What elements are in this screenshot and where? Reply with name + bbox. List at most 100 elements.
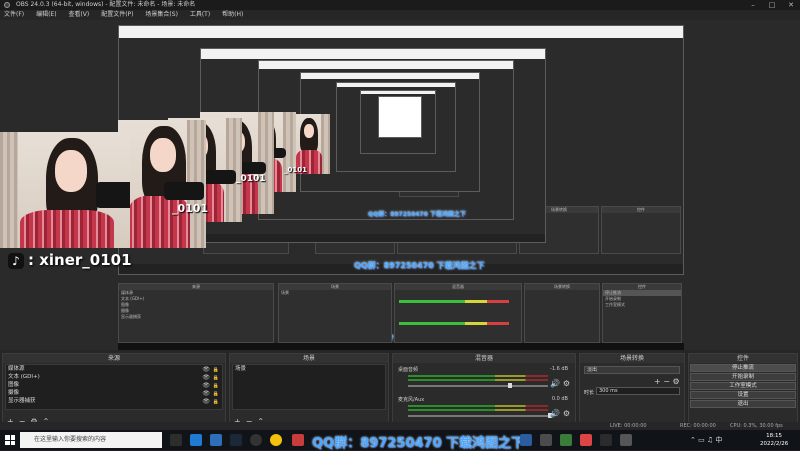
volume-knob[interactable] [508,383,512,388]
speaker-icon[interactable]: 🔊 [550,379,560,388]
mixer-track-desktop: 桌面音频 -1.6 dB 🔊 ⚙ [396,366,572,396]
nested-taskbar [118,343,684,350]
clock-date: 2022/2/26 [760,441,789,447]
qq-watermark-medium: QQ群：897250470 下载鸿图之下 [354,261,485,270]
nested-scene-row: 场景 [281,290,289,295]
duration-label: 时长 [584,390,595,396]
preview-canvas[interactable]: 来源 媒体源文本图像 场景 混音器 场景转换 控件 [0,20,800,350]
stop-streaming-button[interactable]: 停止推流 [690,364,796,372]
scenes-list[interactable]: 场景 [232,364,386,410]
menu-help[interactable]: 帮助(H) [222,10,243,20]
start-recording-button[interactable]: 开始录制 [690,373,796,381]
transition-select[interactable]: 淡出 [584,366,680,374]
nested-scenes-dock: 场景 场景 [278,283,392,343]
task-view-icon[interactable] [170,434,182,446]
volume-meter [408,409,548,411]
transitions-title: 场景转换 [580,354,684,363]
gear-icon[interactable]: ⚙ [563,379,570,388]
tray-icons[interactable]: ⌃ ▭ ♫ 中 [690,435,722,445]
nested-controls-panel: 控件 [601,206,681,254]
webcam-copy-1 [118,120,206,248]
exit-button[interactable]: 退出 [690,400,796,408]
duration-input[interactable]: 300 ms [596,387,680,395]
source-item[interactable]: 图像 👁 🔒 [6,381,222,389]
lock-icon[interactable]: 🔒 [213,398,219,406]
webcam-copy-5 [290,114,330,174]
app-icon[interactable] [560,434,572,446]
nested-sources-dock: 来源 媒体源 文本 (GDI+) 图像 摄像 显示器捕获 [118,283,274,343]
add-icon[interactable]: + [654,377,661,386]
close-icon[interactable]: ✕ [782,0,800,10]
minimize-icon[interactable]: – [744,0,762,10]
source-label: 图像 [8,382,20,388]
obs-app-icon [4,2,10,8]
track-name: 麦克风/Aux [398,397,425,403]
maximize-icon[interactable]: □ [763,0,781,10]
webcam-main [0,132,130,248]
menu-tools[interactable]: 工具(T) [190,10,210,20]
menu-scene-collection[interactable]: 场景集合(S) [145,10,178,20]
settings-button[interactable]: 设置 [690,391,796,399]
nested-source-row: 显示器捕获 [121,314,141,319]
speaker-icon[interactable]: 🔊 [550,409,560,418]
windows-start-icon[interactable] [5,435,15,445]
menu-edit[interactable]: 编辑(E) [36,10,56,20]
app-icon[interactable] [620,434,632,446]
cam-label-medium: _0101 [172,202,209,215]
source-item[interactable]: 摄像 👁 🔒 [6,389,222,397]
mixer-title: 混音器 [393,354,575,363]
chrome-icon[interactable] [270,434,282,446]
nested-mixer-title: 混音器 [395,284,521,290]
nested-mixer-dock: 混音器 [394,283,522,343]
sources-dock: 来源 媒体源👁🔒 文本 (GDI+)👁🔒 图像👁🔒 摄像👁🔒 显示器捕获👁🔒 +… [2,353,226,429]
menu-bar: 文件(F) 编辑(E) 查看(V) 配置文件(P) 场景集合(S) 工具(T) … [0,10,800,20]
transition-type: 淡出 [587,367,598,373]
source-label: 摄像 [8,390,20,396]
app-icon[interactable] [292,434,304,446]
cam-label-small: _0101 [236,174,266,184]
remove-icon[interactable]: − [663,377,670,386]
app-icon[interactable] [520,434,532,446]
mixer-dock: 混音器 桌面音频 -1.6 dB 🔊 ⚙ 麦克风/Aux 0.0 dB 🔊 ⚙ [392,353,576,429]
rec-time: REC: 00:00:00 [680,423,716,429]
source-item[interactable]: 显示器捕获 👁 🔒 [6,397,222,405]
source-label: 媒体源 [8,366,25,372]
search-placeholder: 在这里输入你要搜索的内容 [34,436,107,443]
gear-icon[interactable]: ⚙ [673,377,680,386]
clock[interactable]: 18:15 2022/2/26 [760,432,788,448]
track-db: -1.6 dB [550,366,568,372]
menu-file[interactable]: 文件(F) [4,10,24,20]
app-icon[interactable] [540,434,552,446]
gear-icon[interactable]: ⚙ [563,409,570,418]
live-time: LIVE: 00:00:00 [610,423,647,429]
qq-watermark-taskbar: QQ群：897250470 下载鸿图之下 [312,436,525,451]
source-label: 显示器捕获 [8,398,36,404]
taskbar: 在这里输入你要搜索的内容 QQ群：897250470 下载鸿图之下 ⌃ ▭ ♫ … [0,430,800,451]
browser-icon[interactable] [210,434,222,446]
volume-slider[interactable] [408,385,548,387]
volume-meter [408,405,548,407]
obs-taskbar-icon[interactable] [250,434,262,446]
menu-view[interactable]: 查看(V) [68,10,89,20]
track-db: 0.0 dB [551,396,568,402]
app-icon[interactable] [600,434,612,446]
eye-icon[interactable]: 👁 [202,398,210,406]
qq-watermark-small: QQ群：897250470 下载鸿图之下 [368,211,466,218]
taskbar-search-input[interactable]: 在这里输入你要搜索的内容 [20,432,162,448]
edge-icon[interactable] [190,434,202,446]
scene-item[interactable]: 场景 [233,365,385,373]
controls-title: 控件 [689,354,797,363]
studio-mode-button[interactable]: 工作室模式 [690,382,796,390]
menu-profile[interactable]: 配置文件(P) [101,10,133,20]
volume-slider[interactable] [408,415,548,417]
transition-toolbar: + − ⚙ [654,377,680,386]
app-icon[interactable] [580,434,592,446]
source-item[interactable]: 媒体源 👁 🔒 [6,365,222,373]
sources-list[interactable]: 媒体源 👁 🔒 文本 (GDI+) 👁 🔒 图像 👁 🔒 摄像 👁 🔒 显示器捕获 👁 🔒 [5,364,223,410]
tiktok-id-label: : xiner_0101 [28,251,132,269]
source-item[interactable]: 文本 (GDI+) 👁 🔒 [6,373,222,381]
nested-controls-dock: 控件 停止推流 开始录制 工作室模式 [602,283,682,343]
volume-meter [408,375,548,377]
volume-meter [408,379,548,381]
steam-icon[interactable] [230,434,242,446]
